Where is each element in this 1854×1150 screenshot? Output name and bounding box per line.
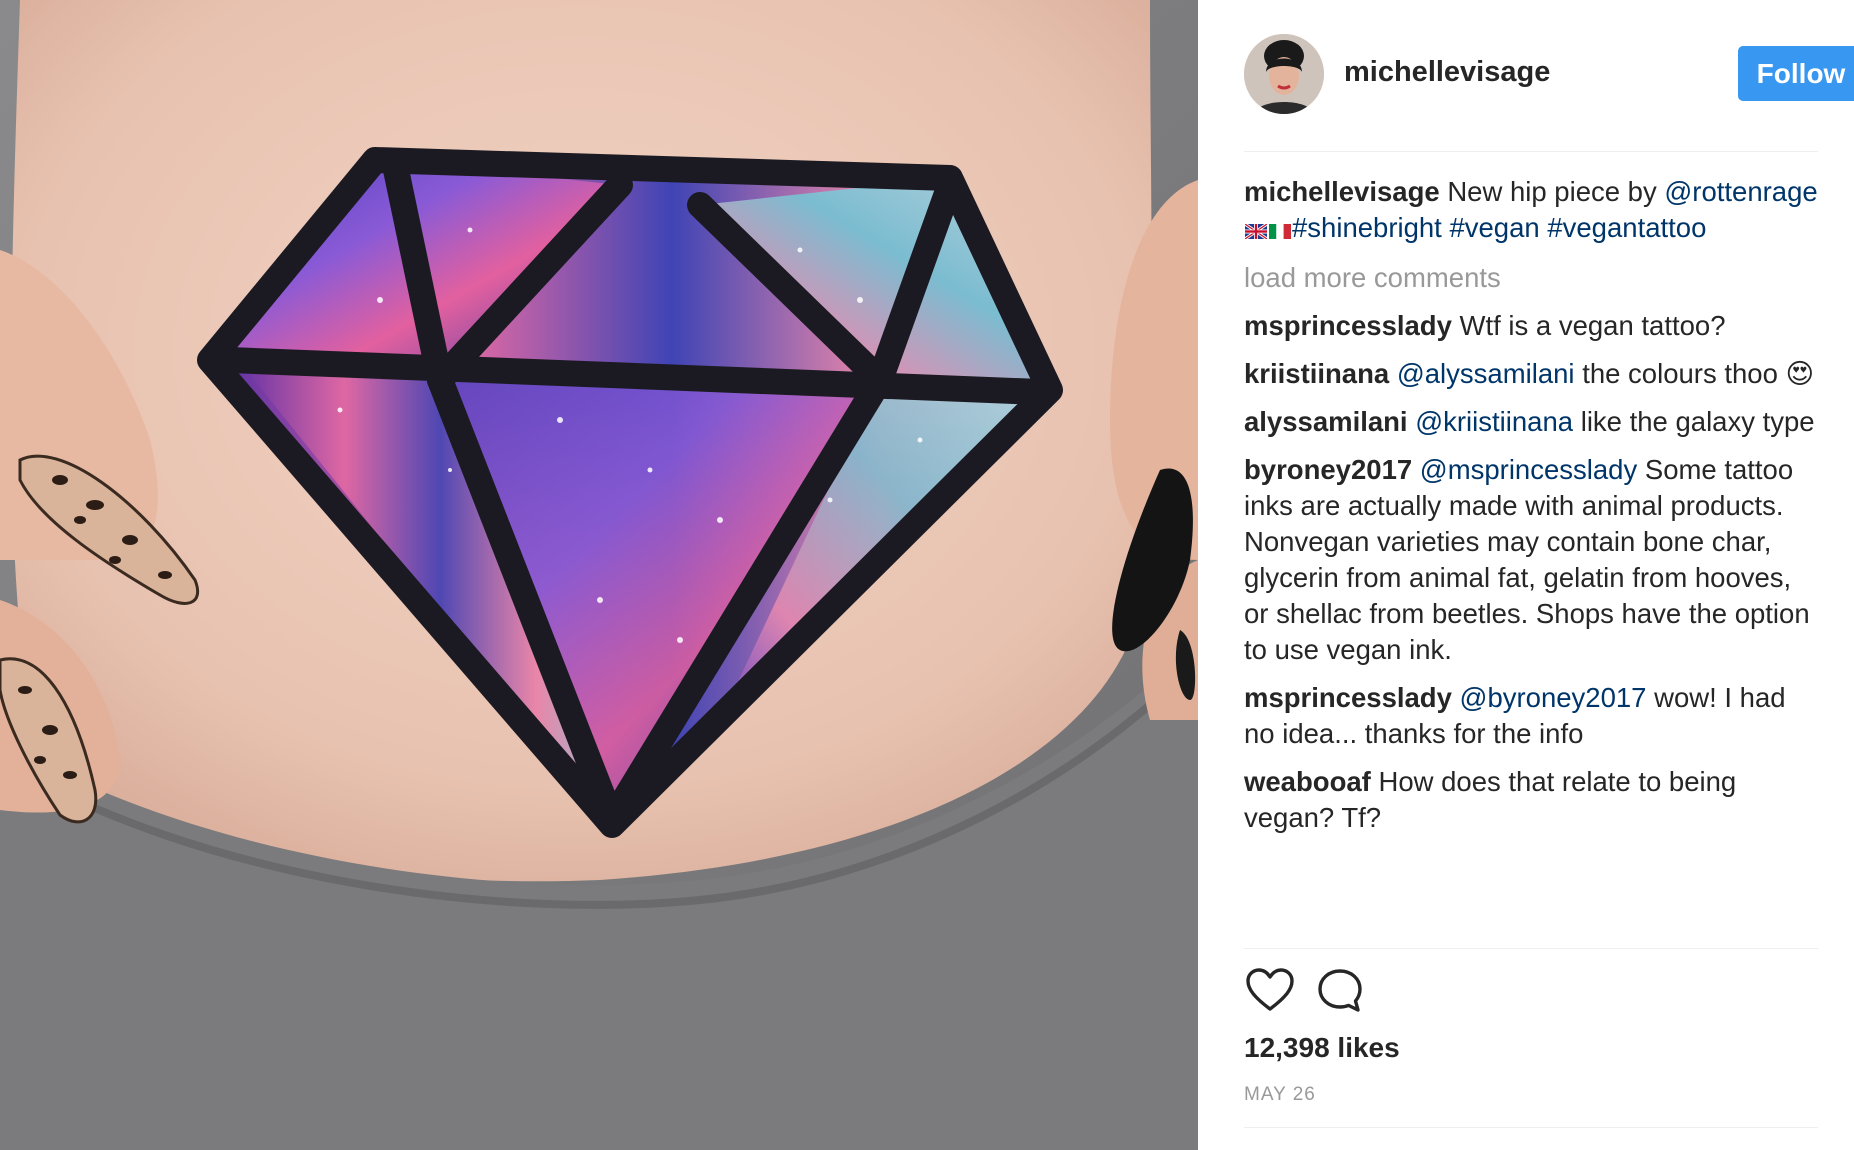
comment-bubble-icon (1318, 969, 1362, 1012)
comment: msprincesslady Wtf is a vegan tattoo? (1244, 308, 1818, 344)
username[interactable]: michellevisage (1344, 54, 1550, 90)
comment-text: like the galaxy type (1580, 405, 1815, 437)
post-actions (1244, 965, 1818, 1021)
caption-mention[interactable]: @rottenrage (1664, 176, 1817, 207)
caption: michellevisage New hip piece by @rottenr… (1244, 174, 1818, 248)
comment: byroney2017 @msprincesslady Some tattoo … (1244, 452, 1818, 668)
hashtag[interactable]: #vegantattoo (1547, 212, 1706, 243)
caption-text: New hip piece by (1447, 176, 1657, 207)
heart-icon (1246, 968, 1294, 1011)
avatar[interactable] (1244, 34, 1324, 114)
comment-author[interactable]: weabooaf (1244, 766, 1371, 797)
comment-mention[interactable]: @alyssamilani (1397, 358, 1575, 389)
hashtag[interactable]: #shinebright (1292, 212, 1442, 243)
divider (1244, 151, 1818, 152)
heart-eyes-emoji: 😍 (1785, 357, 1815, 389)
comment-author[interactable]: msprincesslady (1244, 682, 1452, 713)
post-date[interactable]: MAY 26 (1244, 1083, 1316, 1107)
comment-button[interactable] (1314, 965, 1366, 1017)
comment-text: Wtf is a vegan tattoo? (1459, 309, 1726, 341)
comment-mention[interactable]: @kriistiinana (1415, 406, 1573, 437)
hashtag[interactable]: #vegan (1449, 212, 1539, 243)
caption-author[interactable]: michellevisage (1244, 176, 1440, 207)
comment: alyssamilani @kriistiinana like the gala… (1244, 404, 1818, 440)
likes-count[interactable]: 12,398 likes (1244, 1030, 1400, 1066)
post-photo[interactable] (0, 0, 1198, 1150)
comment-author[interactable]: msprincesslady (1244, 310, 1452, 341)
load-more-comments-link[interactable]: load more comments (1244, 260, 1818, 296)
tattoo-photo-illustration (0, 0, 1198, 1150)
comments-list: michellevisage New hip piece by @rottenr… (1244, 174, 1818, 848)
comment: weabooaf How does that relate to being v… (1244, 764, 1818, 836)
like-button[interactable] (1244, 965, 1296, 1017)
comment-text: the colours thoo (1582, 357, 1778, 389)
uk-flag-icon (1244, 212, 1268, 248)
comment: kriistiinana @alyssamilani the colours t… (1244, 356, 1818, 392)
comment-mention[interactable]: @byroney2017 (1460, 682, 1647, 713)
comment: msprincesslady @byroney2017 wow! I had n… (1244, 680, 1818, 752)
post-header: michellevisage Follow (1244, 34, 1854, 118)
italy-flag-icon (1269, 212, 1291, 248)
divider (1244, 948, 1818, 949)
divider (1244, 1127, 1818, 1128)
follow-button[interactable]: Follow (1738, 46, 1854, 101)
comment-author[interactable]: alyssamilani (1244, 406, 1408, 437)
avatar-image (1244, 34, 1324, 114)
comment-text: Some tattoo inks are actually made with … (1244, 453, 1810, 665)
comment-author[interactable]: byroney2017 (1244, 454, 1412, 485)
comment-mention[interactable]: @msprincesslady (1420, 454, 1637, 485)
comment-author[interactable]: kriistiinana (1244, 358, 1389, 389)
post-sidebar: michellevisage Follow michellevisage New… (1198, 0, 1854, 1150)
